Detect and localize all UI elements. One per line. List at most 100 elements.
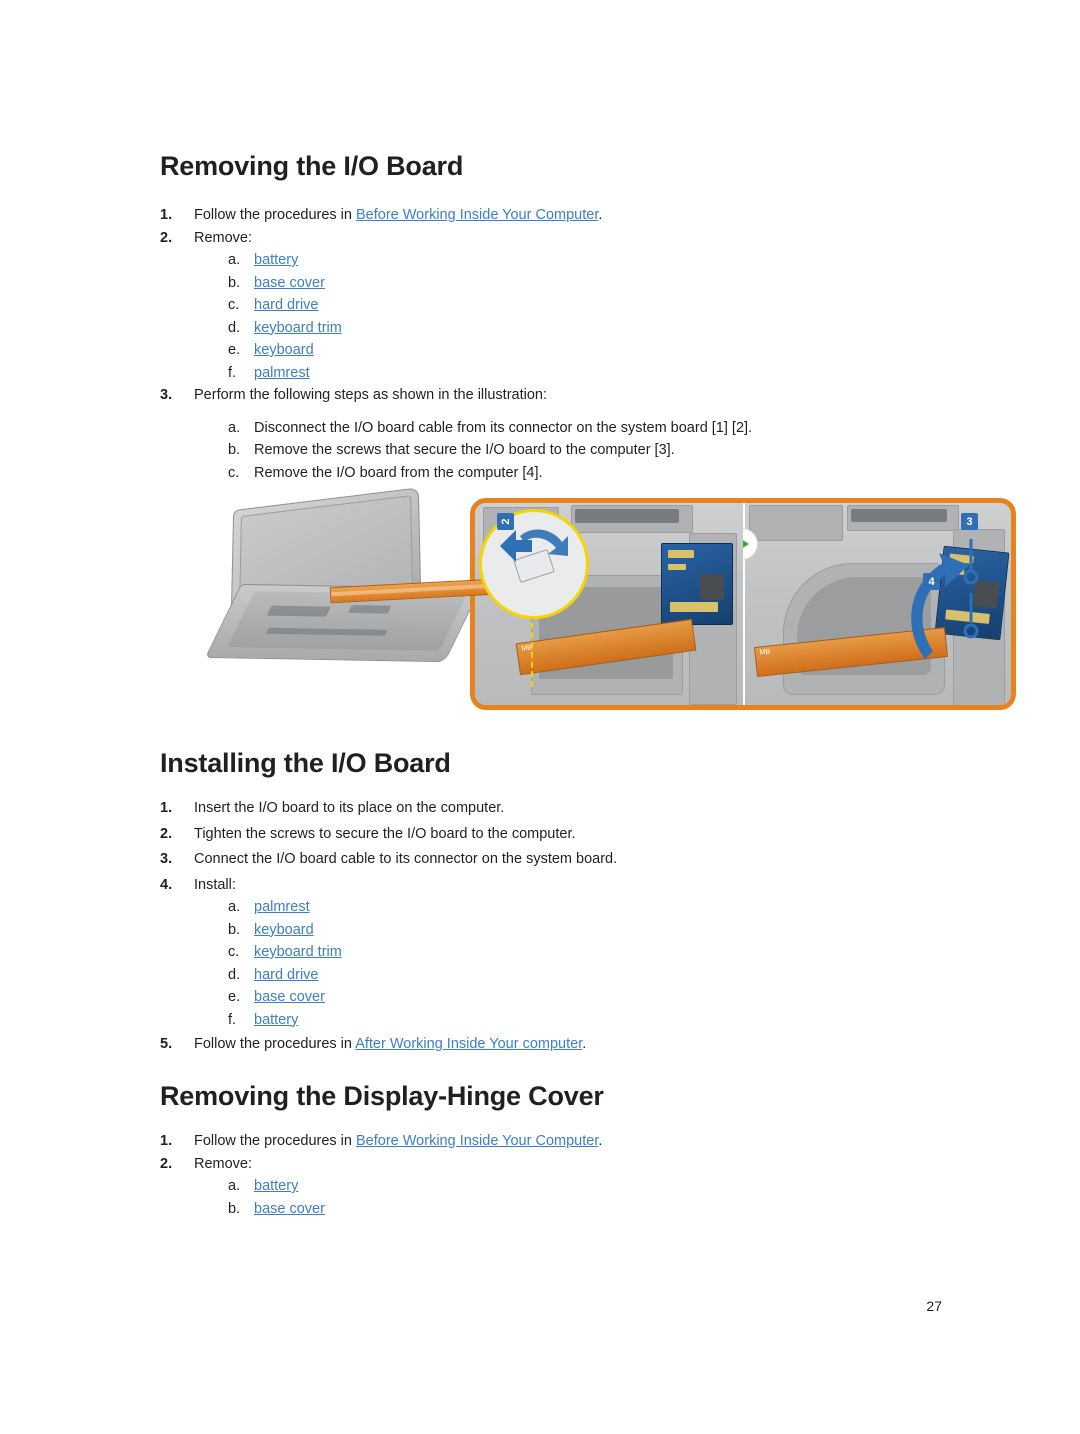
list-item: e. base cover: [228, 986, 920, 1009]
list-item: b. base cover: [228, 272, 920, 295]
link-hard-drive[interactable]: hard drive: [254, 964, 318, 987]
list-item: a. battery: [228, 249, 920, 272]
step-text-prefix: Follow the procedures in: [194, 1036, 356, 1052]
step-text: Remove:: [194, 1155, 253, 1172]
step-text-prefix: Follow the procedures in: [194, 1133, 356, 1149]
remove-component-list: a. battery b. base cover: [194, 1175, 920, 1220]
photo-left: MB 2: [475, 503, 743, 705]
step-number: 4.: [160, 876, 173, 893]
chassis-part: [749, 505, 843, 541]
callout-badge-4: 4: [923, 573, 940, 590]
step-number: 5.: [160, 1036, 173, 1052]
list-item: d. keyboard trim: [228, 317, 920, 340]
step-text: Follow the procedures in Before Working …: [194, 1130, 920, 1153]
chassis-part: [575, 509, 679, 523]
list-text: Remove the screws that secure the I/O bo…: [254, 442, 675, 458]
step-item: 3. Perform the following steps as shown …: [160, 384, 920, 407]
step-number: 1.: [160, 207, 173, 223]
step-text-suffix: .: [598, 207, 603, 223]
list-letter: a.: [228, 899, 241, 915]
heading-installing-io-board: Installing the I/O Board: [160, 748, 451, 778]
link-palmrest[interactable]: palmrest: [254, 896, 310, 919]
steps-removing-io-board: 1. Follow the procedures in Before Worki…: [160, 204, 920, 484]
step-text: Insert the I/O board to its place on the…: [194, 800, 505, 816]
step-text: Follow the procedures in Before Working …: [194, 204, 920, 227]
list-item: f. palmrest: [228, 362, 920, 385]
list-letter: d.: [228, 966, 241, 983]
callout-dash-line: [531, 613, 533, 687]
step-text: Connect the I/O board cable to its conne…: [194, 851, 618, 867]
step-item: 2. Remove:: [160, 1153, 920, 1176]
io-board-pcb: [661, 543, 733, 625]
io-board-illustration: MB 2 MB 3 4: [204, 487, 1016, 724]
step-text: Install:: [194, 876, 236, 893]
illustration-steps-list: a. Disconnect the I/O board cable from i…: [194, 417, 920, 485]
list-item: e. keyboard: [228, 339, 920, 362]
step-item: 5. Follow the procedures in After Workin…: [160, 1033, 920, 1056]
step-number: 3.: [160, 851, 173, 867]
link-battery[interactable]: battery: [254, 1009, 298, 1032]
remove-component-list: a. battery b. base cover c. hard drive d…: [194, 249, 920, 384]
heading-removing-display-hinge-cover: Removing the Display-Hinge Cover: [160, 1081, 604, 1111]
exploded-photo-frame: MB 2 MB 3 4: [470, 498, 1016, 710]
list-letter: d.: [228, 319, 241, 336]
list-letter: f.: [228, 364, 237, 381]
step-text: Follow the procedures in After Working I…: [194, 1033, 920, 1056]
chassis-part: [851, 509, 947, 522]
list-letter: a.: [228, 419, 241, 436]
link-keyboard-trim[interactable]: keyboard trim: [254, 941, 342, 964]
pcb-pad: [670, 602, 718, 612]
steps-removing-display-hinge-cover: 1. Follow the procedures in Before Worki…: [160, 1130, 920, 1220]
list-text: Remove the I/O board from the computer […: [254, 464, 543, 481]
list-letter: a.: [228, 1178, 241, 1194]
step-item: 2. Remove:: [160, 227, 920, 250]
callout-badge-3: 3: [961, 513, 978, 530]
link-keyboard[interactable]: keyboard: [254, 919, 314, 942]
step-number: 3.: [160, 387, 173, 403]
list-letter: b.: [228, 1200, 241, 1217]
list-letter: a.: [228, 252, 241, 268]
link-after-working-inside[interactable]: After Working Inside Your computer: [355, 1036, 582, 1052]
link-keyboard[interactable]: keyboard: [254, 339, 314, 362]
callout-zoom-circle: [479, 509, 589, 619]
list-letter: c.: [228, 297, 240, 313]
link-base-cover[interactable]: base cover: [254, 272, 325, 295]
install-component-list: a. palmrest b. keyboard c. keyboard trim…: [194, 896, 920, 1031]
list-item: f. battery: [228, 1009, 920, 1032]
link-hard-drive[interactable]: hard drive: [254, 294, 318, 317]
steps-installing-io-board: 1. Insert the I/O board to its place on …: [160, 797, 920, 1056]
step-text: Remove:: [194, 229, 253, 246]
step-text: Tighten the screws to secure the I/O boa…: [194, 825, 576, 842]
page-number: 27: [926, 1298, 942, 1314]
step-number: 2.: [160, 1155, 173, 1172]
pcb-pad: [668, 550, 694, 558]
list-letter: c.: [228, 944, 240, 960]
pcb-connector: [700, 574, 724, 600]
link-palmrest[interactable]: palmrest: [254, 362, 310, 385]
link-battery[interactable]: battery: [254, 249, 298, 272]
step-number: 1.: [160, 1133, 173, 1149]
base-detail: [266, 605, 331, 617]
list-item: a. Disconnect the I/O board cable from i…: [228, 417, 920, 440]
step-item: 1. Follow the procedures in Before Worki…: [160, 204, 920, 227]
step-number: 2.: [160, 825, 173, 842]
link-battery[interactable]: battery: [254, 1175, 298, 1198]
list-item: b. keyboard: [228, 919, 920, 942]
list-item: b. base cover: [228, 1198, 920, 1221]
step-number: 1.: [160, 800, 173, 816]
step-text-prefix: Follow the procedures in: [194, 207, 356, 223]
step-text: Perform the following steps as shown in …: [194, 387, 548, 403]
link-base-cover[interactable]: base cover: [254, 986, 325, 1009]
step-text-suffix: .: [582, 1036, 587, 1052]
heading-removing-io-board: Removing the I/O Board: [160, 151, 464, 181]
list-letter: e.: [228, 989, 241, 1005]
list-letter: b.: [228, 274, 241, 291]
link-base-cover[interactable]: base cover: [254, 1198, 325, 1221]
link-before-working-inside[interactable]: Before Working Inside Your Computer: [356, 207, 598, 223]
list-item: c. keyboard trim: [228, 941, 920, 964]
play-triangle-icon: [743, 537, 749, 551]
pcb-pad: [668, 564, 686, 570]
link-keyboard-trim[interactable]: keyboard trim: [254, 317, 342, 340]
link-before-working-inside[interactable]: Before Working Inside Your Computer: [356, 1133, 598, 1149]
callout-badge-2: 2: [497, 513, 514, 530]
